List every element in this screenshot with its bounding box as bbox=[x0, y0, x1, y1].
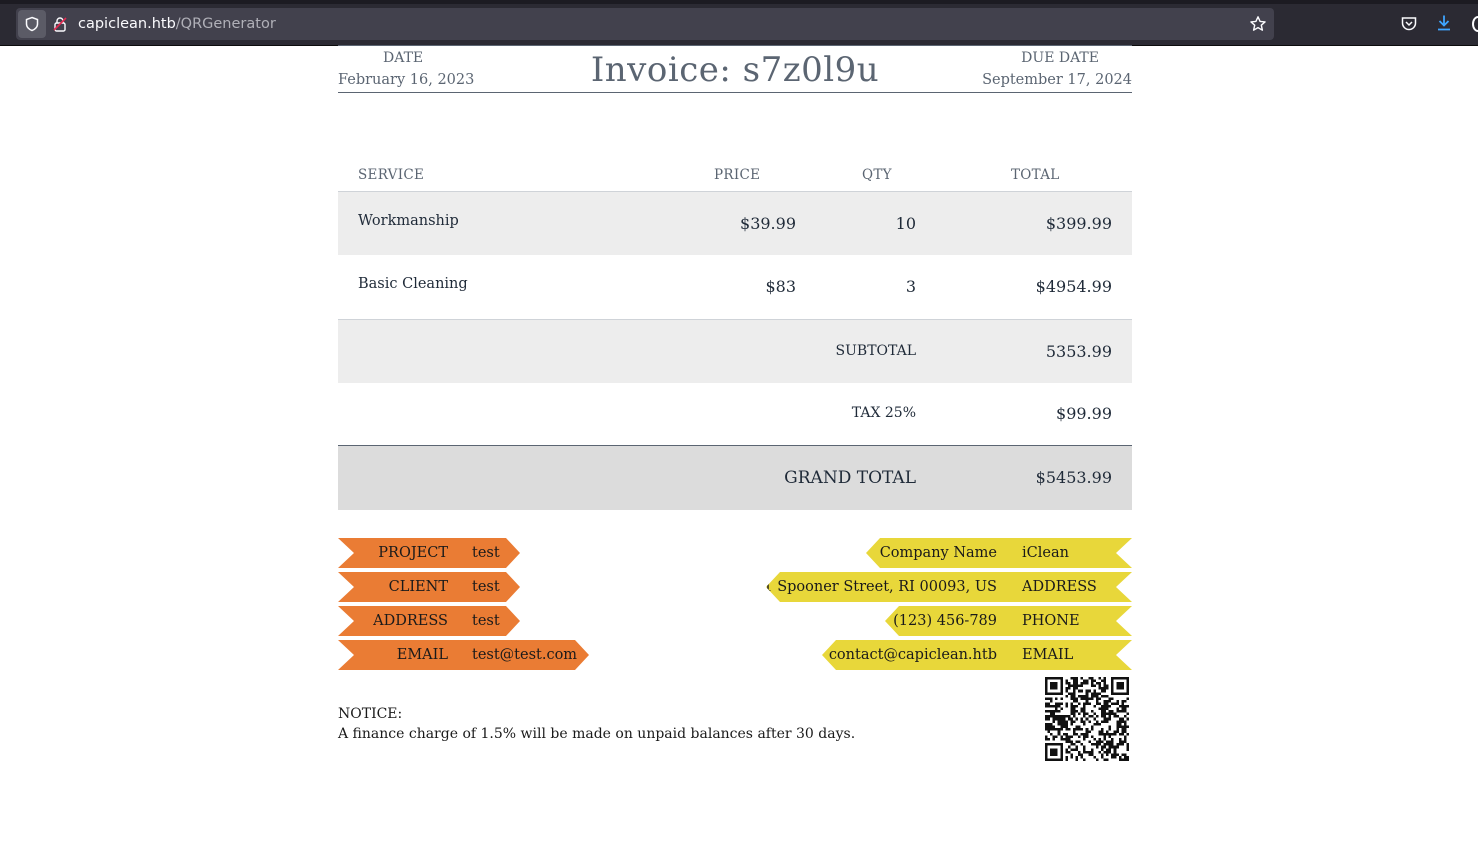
tag-address: ADDRESS test bbox=[338, 606, 520, 636]
item-price: $39.99 bbox=[740, 214, 796, 233]
tag-key: PHONE bbox=[1022, 613, 1080, 629]
tag-project: PROJECT test bbox=[338, 538, 520, 568]
item-price: $83 bbox=[765, 277, 796, 296]
tag-key: CLIENT bbox=[388, 579, 448, 595]
star-icon[interactable] bbox=[1249, 15, 1267, 33]
tag-value: test bbox=[472, 579, 500, 595]
tag-key: PROJECT bbox=[378, 545, 448, 561]
tag-company-address: 31 Spooner Street, RI 00093, US ADDRESS bbox=[766, 572, 1132, 602]
tag-value: 31 Spooner Street, RI 00093, US bbox=[754, 579, 997, 595]
tag-client: CLIENT test bbox=[338, 572, 520, 602]
tag-key: ADDRESS bbox=[373, 613, 448, 629]
tag-value: (123) 456-789 bbox=[893, 613, 997, 629]
tag-key: Company Name bbox=[879, 545, 997, 561]
item-qty: 10 bbox=[895, 214, 916, 233]
subtotal-label: SUBTOTAL bbox=[835, 343, 916, 359]
subtotal-value: 5353.99 bbox=[1045, 342, 1112, 361]
tag-email: EMAIL test@test.com bbox=[338, 640, 589, 670]
tax-row: TAX 25% $99.99 bbox=[338, 382, 1132, 445]
item-qty: 3 bbox=[905, 277, 916, 296]
pocket-icon[interactable] bbox=[1400, 15, 1418, 33]
tag-company-name: Company Name iClean bbox=[866, 538, 1132, 568]
col-service: SERVICE bbox=[358, 167, 425, 183]
item-total: $4954.99 bbox=[1035, 277, 1112, 296]
url-host: capiclean.htb bbox=[78, 16, 176, 32]
url-path: /QRGenerator bbox=[175, 16, 276, 32]
tag-value: test@test.com bbox=[472, 647, 578, 663]
invoice-header: DATE February 16, 2023 Invoice: s7z0l9u … bbox=[338, 45, 1132, 93]
subtotal-row: SUBTOTAL 5353.99 bbox=[338, 319, 1132, 383]
url-text[interactable]: capiclean.htb/QRGenerator bbox=[78, 14, 276, 34]
tab-strip-edge bbox=[0, 0, 1478, 4]
tag-company-phone: (123) 456-789 PHONE bbox=[885, 606, 1132, 636]
address-bar[interactable]: capiclean.htb/QRGenerator bbox=[16, 8, 1274, 40]
col-price: PRICE bbox=[714, 167, 761, 183]
tag-value: test bbox=[472, 613, 500, 629]
tag-value: contact@capiclean.htb bbox=[828, 647, 997, 663]
item-service: Workmanship bbox=[358, 213, 459, 229]
due-date-value: September 17, 2024 bbox=[982, 72, 1132, 88]
due-date-label: DUE DATE bbox=[1021, 50, 1099, 66]
grand-total-value: $5453.99 bbox=[1035, 468, 1112, 487]
table-row: Basic Cleaning $83 3 $4954.99 bbox=[338, 255, 1132, 318]
tag-value: iClean bbox=[1022, 545, 1069, 561]
col-qty: QTY bbox=[862, 167, 892, 183]
shield-icon[interactable] bbox=[18, 10, 46, 38]
tax-label: TAX 25% bbox=[851, 405, 916, 421]
qr-code-icon bbox=[1045, 677, 1129, 761]
table-row: Workmanship $39.99 10 $399.99 bbox=[338, 192, 1132, 255]
tax-value: $99.99 bbox=[1056, 404, 1112, 423]
item-total: $399.99 bbox=[1045, 214, 1112, 233]
account-icon[interactable] bbox=[1472, 16, 1478, 32]
tag-company-email: contact@capiclean.htb EMAIL bbox=[822, 640, 1132, 670]
browser-toolbar: capiclean.htb/QRGenerator bbox=[0, 0, 1478, 46]
notice-title: NOTICE: bbox=[338, 706, 403, 722]
lock-icon[interactable] bbox=[52, 16, 68, 32]
grand-total-label: GRAND TOTAL bbox=[784, 468, 916, 488]
tag-key: EMAIL bbox=[396, 647, 448, 663]
col-total: TOTAL bbox=[1011, 167, 1060, 183]
download-icon[interactable] bbox=[1435, 14, 1453, 32]
item-service: Basic Cleaning bbox=[358, 276, 468, 292]
grand-total-row: GRAND TOTAL $5453.99 bbox=[338, 445, 1132, 510]
tag-value: test bbox=[472, 545, 500, 561]
tag-key: ADDRESS bbox=[1022, 579, 1097, 595]
tag-key: EMAIL bbox=[1022, 647, 1074, 663]
notice-text: A finance charge of 1.5% will be made on… bbox=[338, 726, 856, 742]
